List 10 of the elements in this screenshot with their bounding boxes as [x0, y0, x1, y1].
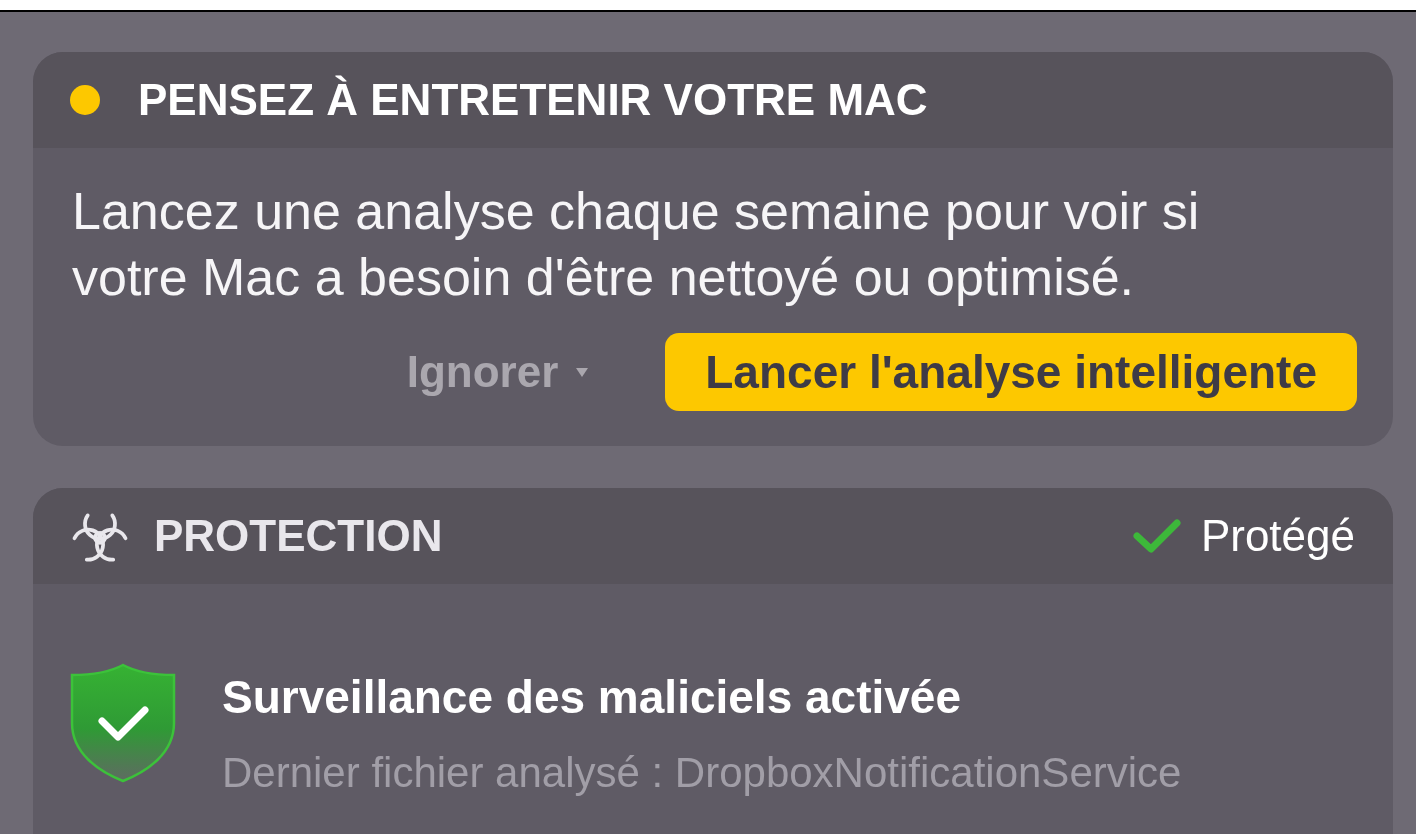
shield-check-icon: [68, 663, 178, 783]
reminder-message: Lancez une analyse chaque semaine pour voir si votre Mac a besoin d'être nettoyé ou optimisé.: [72, 181, 1201, 308]
smart-scan-button[interactable]: Lancer l'analyse intelligente: [665, 333, 1357, 411]
monitor-title: Surveillance des maliciels activée: [222, 670, 962, 725]
status-dot-icon: [70, 85, 100, 115]
status-label: Protégé: [1200, 514, 1355, 558]
caret-icon: [576, 367, 589, 377]
section-title: PROTECTION: [154, 514, 443, 558]
monitor-detail: Dernier fichier analysé : DropboxNotificationService: [222, 748, 1182, 798]
checkmark-icon: [1132, 518, 1181, 554]
